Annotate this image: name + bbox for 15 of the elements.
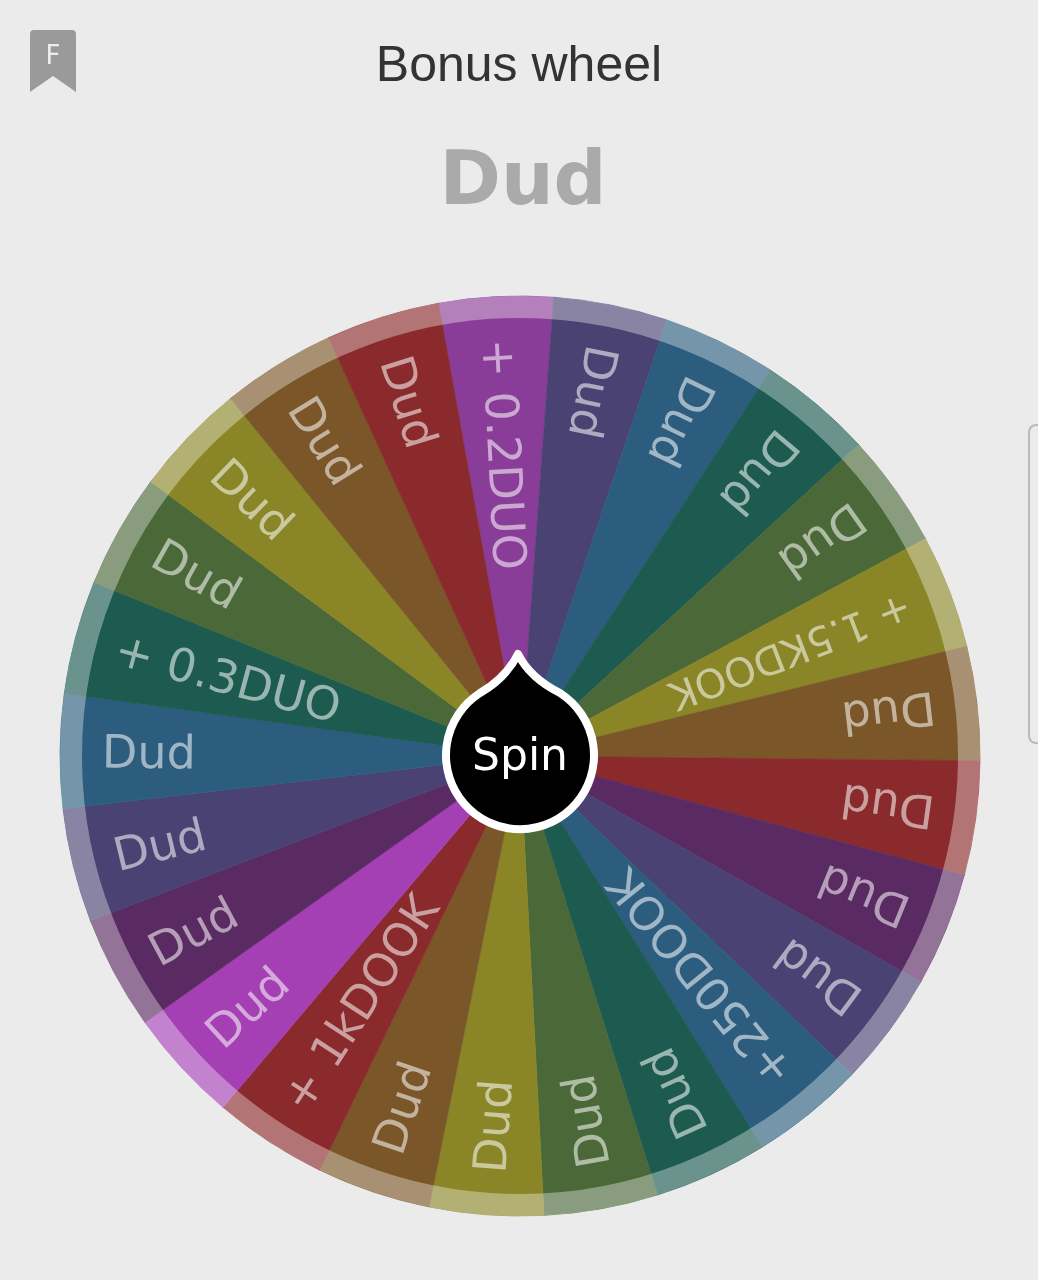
- segment-label: Dud: [636, 367, 727, 476]
- result-text: Dud: [439, 134, 607, 223]
- segment-label: Dud: [462, 1077, 524, 1175]
- segment-label: Dud: [142, 527, 251, 621]
- side-handle[interactable]: [1028, 424, 1038, 744]
- segment-label: Dud: [138, 885, 247, 978]
- segment-label: Dud: [837, 773, 938, 840]
- window-title: Bonus wheel: [375, 35, 663, 94]
- segment-label: Dud: [107, 807, 212, 882]
- segment-label: Dud: [369, 349, 449, 455]
- segment-label: Dud: [550, 1070, 621, 1173]
- segment-label: + 0.2DUO: [471, 337, 538, 572]
- spin-button[interactable]: Spin: [442, 650, 598, 834]
- segment-label: Dud: [810, 853, 918, 939]
- segment-label: Dud: [557, 340, 630, 444]
